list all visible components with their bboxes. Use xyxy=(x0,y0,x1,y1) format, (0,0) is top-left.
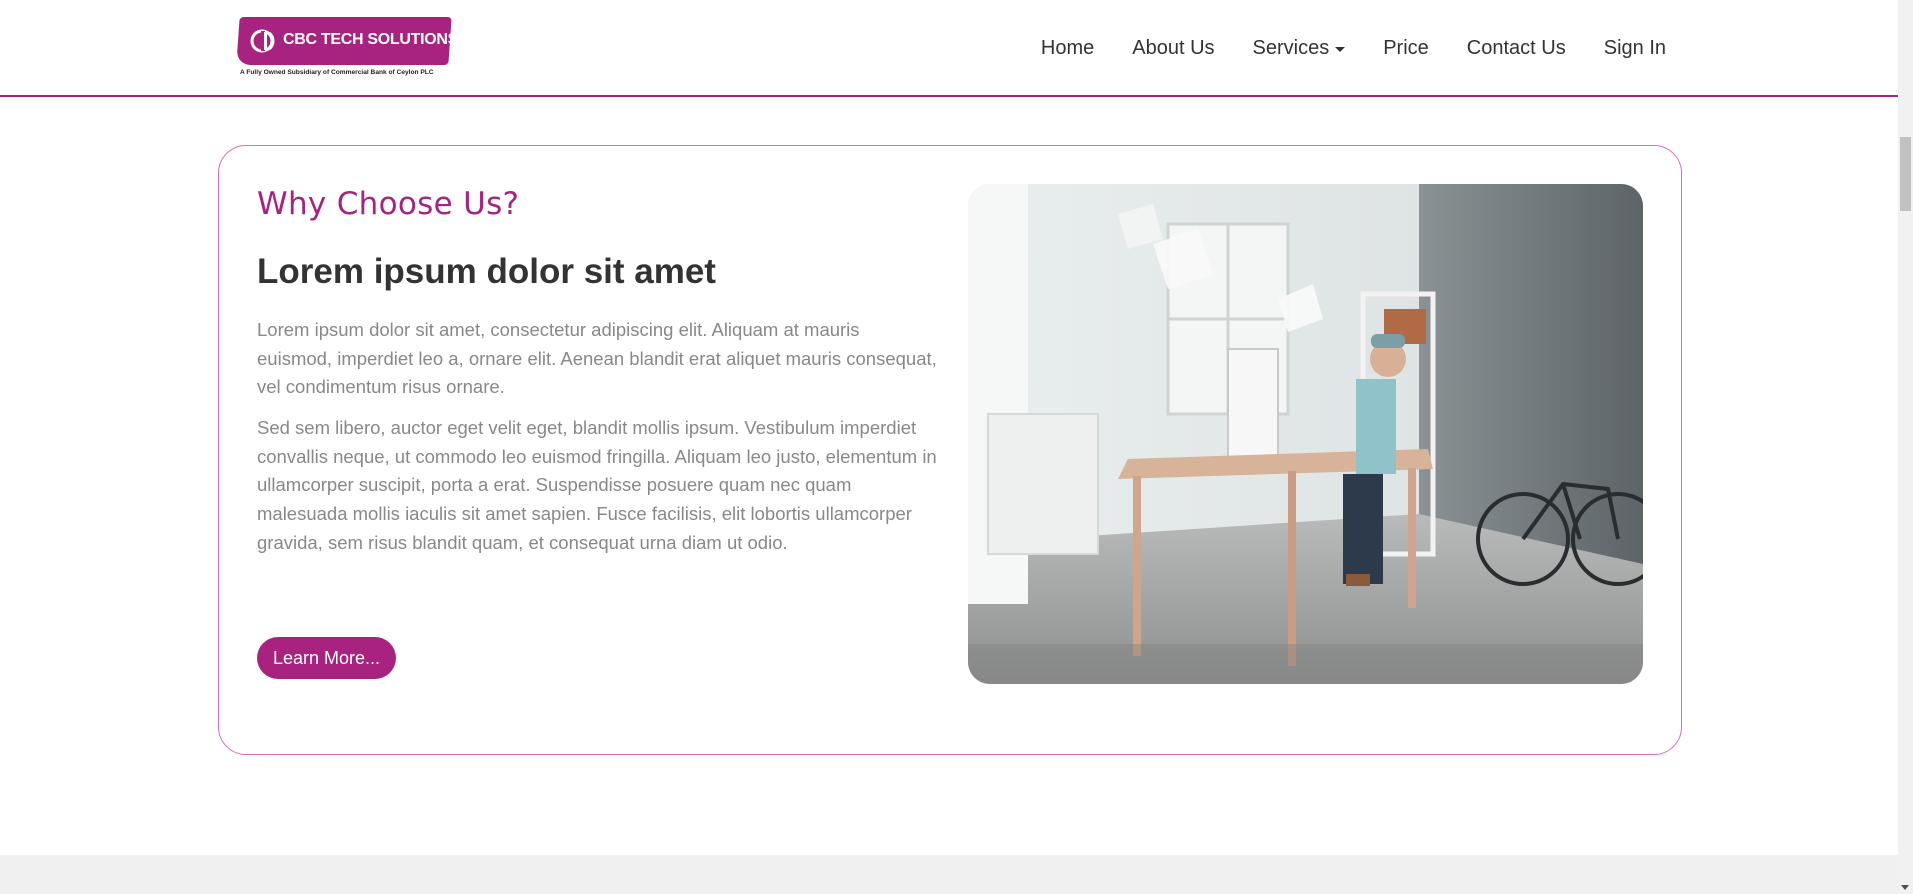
site-header: CBC TECH SOLUTIONS A Fully Owned Subsidi… xyxy=(0,0,1898,97)
office-photo-illustration xyxy=(968,184,1643,684)
nav-about-label: About Us xyxy=(1132,37,1215,59)
nav-signin[interactable]: Sign In xyxy=(1585,37,1666,60)
learn-more-button[interactable]: Learn More... xyxy=(257,637,397,679)
scrollbar-thumb[interactable] xyxy=(1900,137,1911,211)
main-nav: Home About Us Services Price Contact Us … xyxy=(1022,0,1666,97)
office-photo xyxy=(968,184,1643,684)
section-eyebrow: Why Choose Us? xyxy=(257,186,520,222)
logo-mark-icon xyxy=(250,29,275,53)
section-paragraph-2: Sed sem libero, auctor eget velit eget, … xyxy=(257,417,937,553)
nav-contact-label: Contact Us xyxy=(1466,37,1566,59)
logo-tagline: A Fully Owned Subsidiary of Commercial B… xyxy=(240,69,434,76)
logo-name: CBC TECH SOLUTIONS xyxy=(283,31,459,48)
section-paragraph-1: Lorem ipsum dolor sit amet, consectetur … xyxy=(257,319,937,398)
nav-about[interactable]: About Us xyxy=(1113,37,1233,60)
nav-signin-label: Sign In xyxy=(1603,37,1666,59)
nav-price-label: Price xyxy=(1383,37,1429,59)
page-scrollbar[interactable] xyxy=(1898,0,1913,894)
nav-services-dropdown[interactable]: Services xyxy=(1234,37,1365,60)
scroll-down-arrow-icon[interactable] xyxy=(1901,885,1909,890)
footer-band xyxy=(0,855,1898,894)
nav-price[interactable]: Price xyxy=(1364,37,1448,60)
why-choose-us-card: Why Choose Us? Lorem ipsum dolor sit ame… xyxy=(218,145,1682,755)
nav-home[interactable]: Home xyxy=(1022,37,1113,60)
company-logo[interactable]: CBC TECH SOLUTIONS A Fully Owned Subsidi… xyxy=(236,17,458,79)
caret-down-icon xyxy=(1335,47,1346,52)
section-title: Lorem ipsum dolor sit amet xyxy=(257,252,716,291)
nav-services-label: Services xyxy=(1252,37,1330,59)
nav-contact[interactable]: Contact Us xyxy=(1448,37,1585,60)
nav-home-label: Home xyxy=(1040,37,1095,59)
